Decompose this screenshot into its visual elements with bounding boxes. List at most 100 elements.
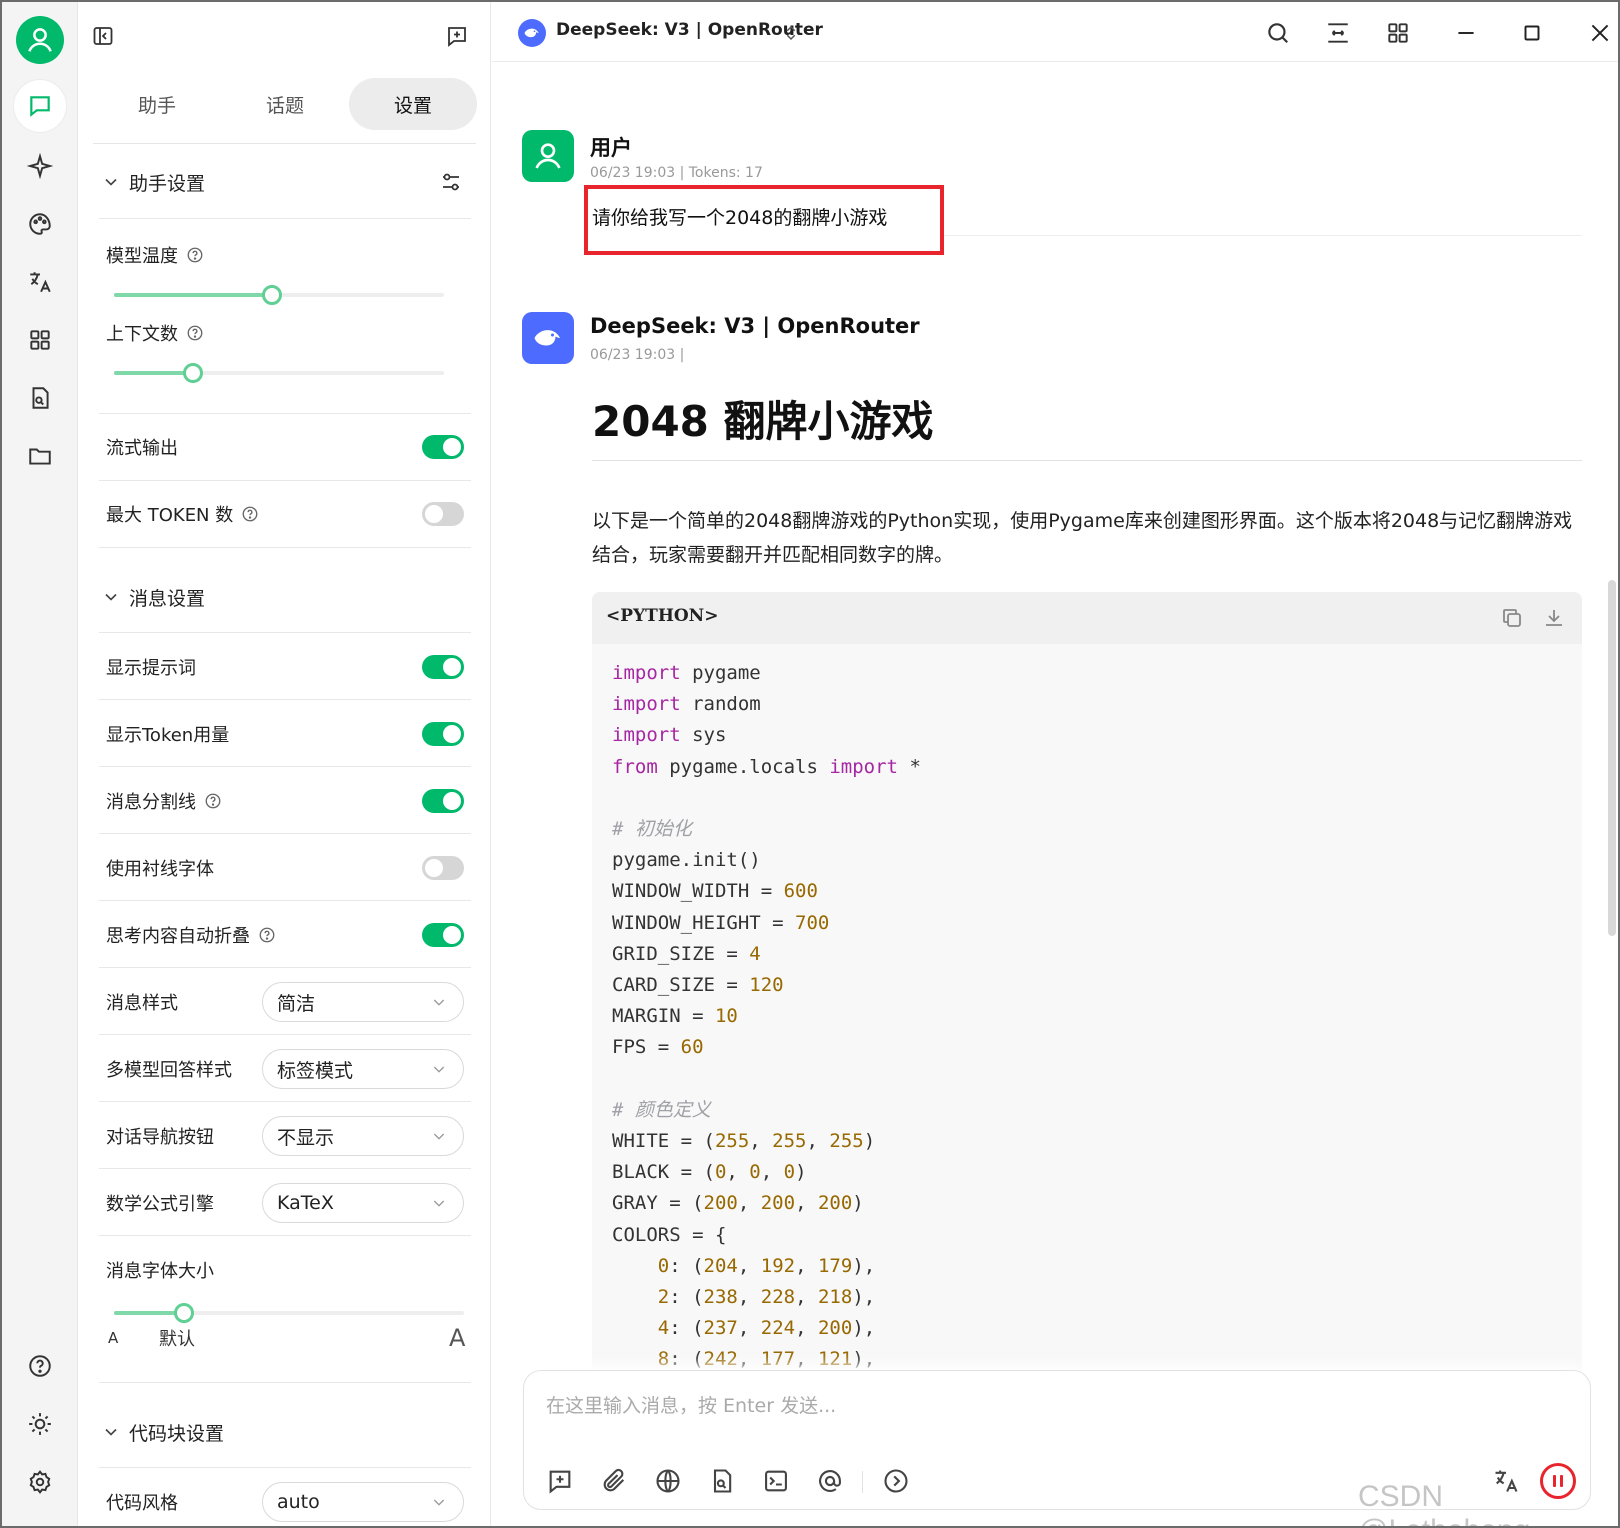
help-icon[interactable] [241,505,259,523]
code-line: # 初始化 [612,818,692,841]
code-content: import pygame import random import sys from… [612,658,921,1376]
math-engine-select[interactable]: KaTeX [262,1183,464,1223]
arrow-right-circle-icon[interactable] [882,1467,910,1495]
context-slider[interactable] [114,361,444,385]
divider [99,967,471,968]
knowledge-icon[interactable] [708,1467,736,1495]
model-selector-logo[interactable] [518,19,546,47]
user-icon [535,143,561,169]
response-paragraph: 以下是一个简单的2048翻牌游戏的Python实现，使用Pygame库来创建图形… [592,510,1573,566]
message-style-label: 消息样式 [106,993,178,1014]
search-button[interactable] [1264,19,1292,47]
max-token-toggle[interactable] [422,502,464,526]
fold-toggle[interactable] [422,923,464,947]
collapse-sidebar-button[interactable] [83,16,123,56]
code-line: COLORS = { [612,1223,727,1246]
rail-settings-button[interactable] [14,1456,66,1508]
show-prompt-toggle[interactable] [422,655,464,679]
rail-help-button[interactable] [14,1340,66,1392]
multi-model-label: 多模型回答样式 [106,1060,232,1081]
new-topic-button[interactable] [437,16,477,56]
code-line: MARGIN = 10 [612,1005,738,1028]
at-icon[interactable] [816,1467,844,1495]
terminal-icon[interactable] [762,1467,790,1495]
assistant-message-avatar[interactable] [522,312,574,364]
stream-toggle[interactable] [422,435,464,459]
section-title: 代码块设置 [129,1422,225,1445]
theme-icon [29,1413,51,1435]
layout-button[interactable] [1384,19,1412,47]
chat-scrollbar[interactable] [1608,580,1616,936]
new-topic-icon [448,27,466,47]
chevron-down-icon [105,1428,117,1436]
code-line: from pygame.locals import * [612,755,921,778]
chat-icon [30,96,50,117]
help-icon[interactable] [258,926,276,944]
settings-sliders-icon[interactable] [439,170,463,194]
slider-thumb[interactable] [174,1303,194,1323]
translate-icon [30,272,51,293]
copy-icon[interactable] [1500,606,1524,630]
multi-model-select[interactable]: 标签模式 [262,1049,464,1089]
rail-translate-button[interactable] [14,256,66,308]
highlight-annotation-box [584,185,944,255]
font-size-label: 消息字体大小 [106,1261,214,1282]
rail-files-button[interactable] [14,430,66,482]
minimize-button[interactable] [1452,19,1480,47]
rail-knowledge-button[interactable] [14,372,66,424]
close-button[interactable] [1586,19,1614,47]
code-line: BLACK = (0, 0, 0) [612,1161,807,1184]
context-label: 上下文数 [106,324,178,345]
search-icon [1268,23,1288,43]
tab-settings[interactable]: 设置 [349,78,477,130]
slider-thumb[interactable] [262,285,283,305]
divider-toggle[interactable] [422,789,464,813]
section-title: 助手设置 [129,172,206,195]
message-settings-header[interactable]: 消息设置 [101,577,467,617]
new-topic-icon[interactable] [546,1467,574,1495]
assistant-settings-header[interactable]: 助手设置 [101,162,467,202]
serif-toggle[interactable] [422,856,464,880]
watermark: CSDN @Lethehong [1358,1480,1530,1526]
maximize-button[interactable] [1518,19,1546,47]
user-message-meta: 06/23 19:03 | Tokens: 17 [590,165,763,181]
user-message-avatar[interactable] [522,130,574,182]
temperature-slider[interactable] [114,283,444,307]
globe-icon[interactable] [654,1467,682,1495]
user-avatar[interactable] [16,16,64,64]
download-icon[interactable] [1542,606,1566,630]
chevron-updown-icon[interactable] [782,22,800,44]
toolbar-separator [862,1471,863,1493]
code-settings-header[interactable]: 代码块设置 [101,1412,467,1452]
message-style-select[interactable]: 简洁 [262,982,464,1022]
minimize-icon [1458,32,1474,34]
code-style-select[interactable]: auto [262,1482,464,1522]
tab-topics[interactable]: 话题 [221,78,349,130]
rail-theme-button[interactable] [14,1398,66,1450]
divider [99,632,471,633]
message-input[interactable]: 在这里输入消息，按 Enter 发送... [546,1391,836,1418]
narrow-mode-button[interactable] [1324,19,1352,47]
help-icon[interactable] [186,324,204,342]
math-engine-row: 数学公式引擎 KaTeX [106,1183,468,1223]
rail-apps-button[interactable] [14,314,66,366]
rail-chat-button[interactable] [14,80,66,132]
show-token-toggle[interactable] [422,722,464,746]
slider-thumb[interactable] [183,363,204,383]
divider-label: 消息分割线 [106,792,196,813]
tab-assistant[interactable]: 助手 [93,78,221,130]
code-line: import pygame [612,662,761,684]
help-icon[interactable] [186,246,204,264]
sidebar-collapse-icon [93,27,113,45]
rail-agents-button[interactable] [14,140,66,192]
rail-paint-button[interactable] [14,198,66,250]
help-icon[interactable] [204,792,222,810]
font-size-slider[interactable] [114,1301,464,1325]
deepseek-whale-icon [534,330,560,346]
paperclip-icon[interactable] [600,1467,628,1495]
nav-button-row: 对话导航按钮 不显示 [106,1116,468,1156]
nav-button-label: 对话导航按钮 [106,1127,214,1148]
nav-button-select[interactable]: 不显示 [262,1116,464,1156]
font-size-row: 消息字体大小 [106,1250,468,1290]
